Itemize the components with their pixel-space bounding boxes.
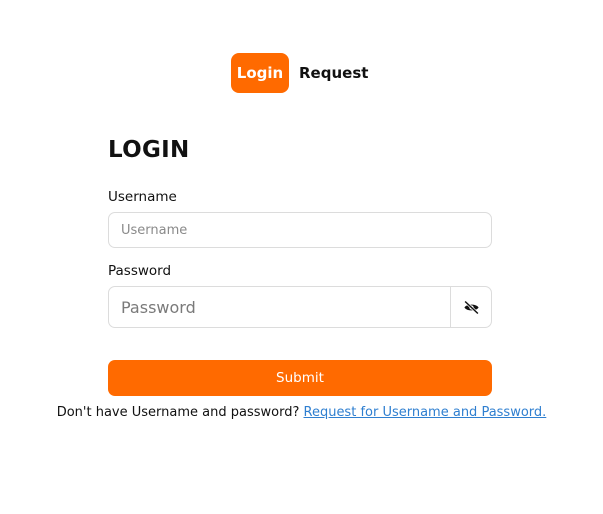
tab-bar: Login Request [231,53,368,93]
login-form: LOGIN Username Password Submit [108,134,492,396]
username-input[interactable] [108,212,492,248]
signup-prompt: Don't have Username and password? Reques… [0,405,603,420]
password-label: Password [108,263,172,279]
password-input[interactable] [109,287,450,327]
request-credentials-link[interactable]: Request for Username and Password. [304,405,547,420]
toggle-password-visibility-button[interactable] [450,287,491,327]
eye-off-icon [463,299,479,315]
username-label: Username [108,189,177,205]
tab-login[interactable]: Login [231,53,289,93]
password-field [108,286,492,328]
login-page: Login Request LOGIN Username Password Su… [0,0,603,514]
signup-prompt-text: Don't have Username and password? [56,405,300,420]
tab-request[interactable]: Request [289,53,368,93]
submit-button[interactable]: Submit [108,360,492,396]
form-title: LOGIN [108,137,190,163]
